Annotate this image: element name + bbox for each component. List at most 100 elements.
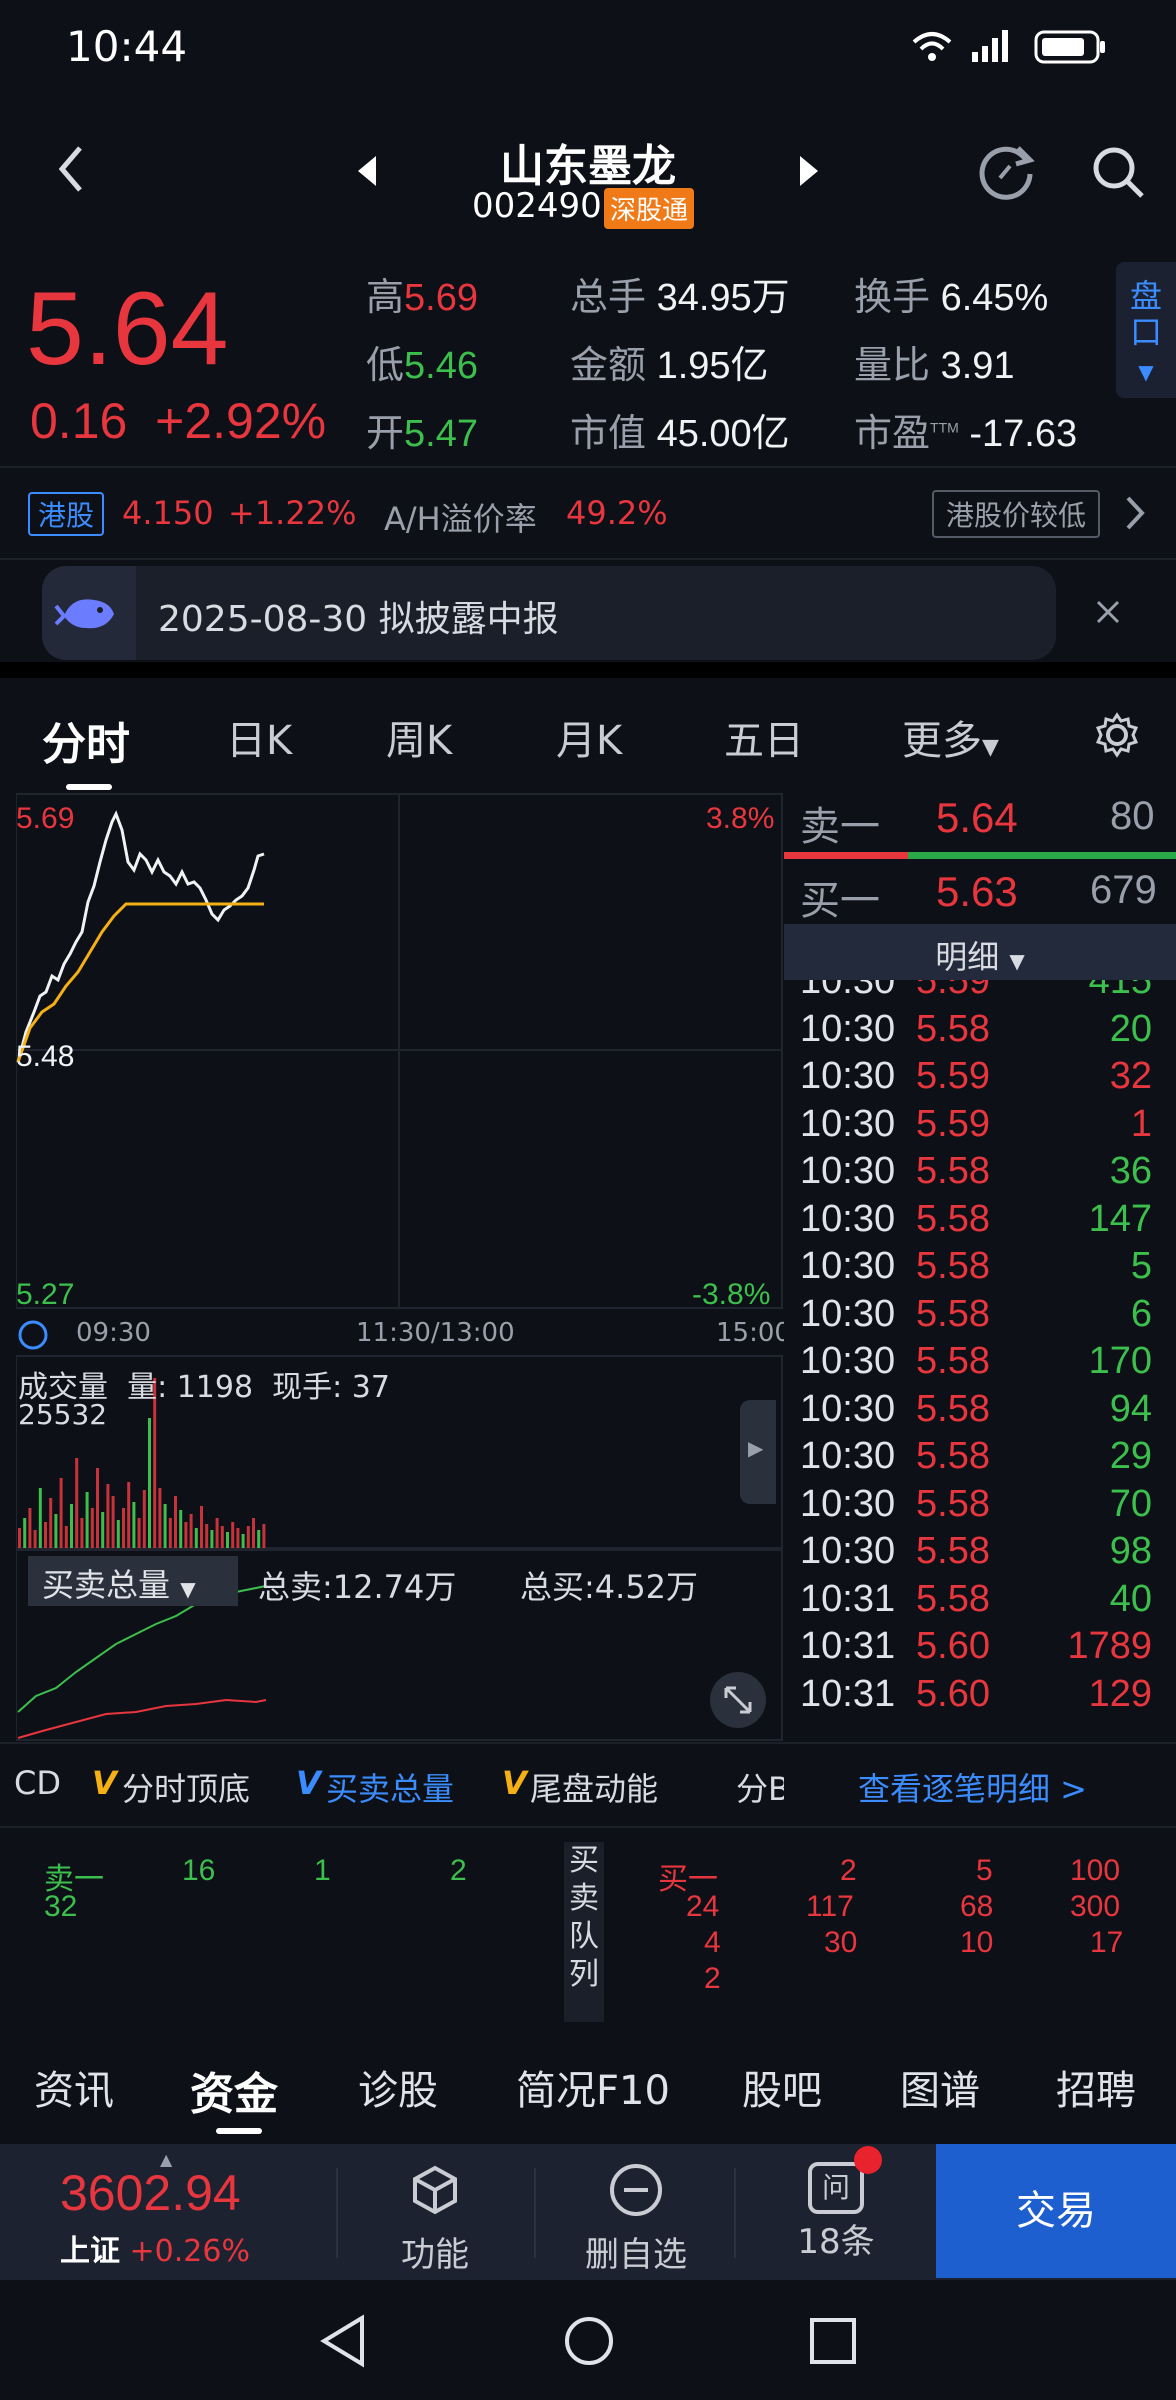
notice-icon-box <box>42 566 136 660</box>
divider <box>734 2168 736 2258</box>
caret-down-icon: ▼ <box>982 735 999 760</box>
volume-bar <box>231 1522 235 1548</box>
tab-intraday[interactable]: 分时 <box>42 708 130 772</box>
volume-bar <box>189 1514 193 1548</box>
tab-daily[interactable]: 日K <box>226 708 292 766</box>
v-icon: V <box>502 1764 527 1802</box>
volume-bar <box>85 1492 89 1548</box>
tab-f10[interactable]: 简况F10 <box>516 2058 670 2116</box>
tab-jobs[interactable]: 招聘 <box>1056 2058 1136 2116</box>
tick-row: 10:30 5.58 6 <box>800 1293 1166 1340</box>
tick-row: 10:30 5.59 415 <box>800 980 1166 1007</box>
volume-bar <box>18 1528 21 1548</box>
time-end: 15:00 <box>716 1318 791 1348</box>
volume-bar <box>179 1510 183 1548</box>
status-bar: 10:44 <box>0 0 1176 100</box>
pe-value: -17.63 <box>969 413 1078 455</box>
remove-watchlist-button[interactable]: 删自选 <box>566 2162 706 2276</box>
tab-weekly[interactable]: 周K <box>386 708 452 766</box>
caret-down-icon: ▼ <box>180 1577 196 1601</box>
caret-down-icon: ▼ <box>1009 949 1025 973</box>
nav-home-icon[interactable] <box>562 2314 616 2368</box>
volume-bar <box>220 1526 224 1548</box>
minus-circle-icon <box>610 2164 662 2216</box>
tab-capital[interactable]: 资金 <box>190 2058 278 2122</box>
nav-recents-icon[interactable] <box>808 2316 858 2366</box>
orderbook-side-tab[interactable]: 盘口 ▼ <box>1116 262 1176 398</box>
volume-bar <box>127 1482 131 1548</box>
trade-button[interactable]: 交易 <box>936 2144 1176 2278</box>
tick-volume: 170 <box>1088 1340 1152 1382</box>
cube-icon <box>413 2165 457 2215</box>
indicator-top-bottom[interactable]: 分时顶底 <box>122 1764 250 1810</box>
tick-time: 10:30 <box>800 1387 896 1430</box>
chart-high-pct: 3.8% <box>706 802 775 835</box>
volume-bar <box>236 1528 240 1548</box>
next-stock-icon[interactable] <box>796 154 820 188</box>
time-circle-icon[interactable] <box>16 1318 50 1352</box>
tab-news[interactable]: 资讯 <box>34 2058 114 2116</box>
ask-bid-ratio-red <box>784 852 908 859</box>
tick-row: 10:30 5.58 70 <box>800 1483 1166 1530</box>
volume-bar <box>132 1502 136 1548</box>
index-pct: +0.26% <box>129 2234 250 2269</box>
tick-time: 10:30 <box>800 1292 896 1335</box>
refresh-icon[interactable] <box>978 142 1038 202</box>
tick-time: 10:30 <box>800 1435 896 1477</box>
tab-graph[interactable]: 图谱 <box>900 2058 980 2116</box>
notice-banner[interactable]: 2025-08-30 拟披露中报 <box>42 566 1056 660</box>
chart-mid-label: 5.48 <box>16 1040 75 1073</box>
volume-bar <box>246 1526 250 1548</box>
nav-back-icon[interactable] <box>318 2314 368 2368</box>
expand-icon[interactable] <box>708 1670 768 1730</box>
indicator-cd[interactable]: CD <box>14 1764 61 1802</box>
volume-bar <box>252 1518 255 1548</box>
volume-bar <box>116 1520 120 1548</box>
tick-price: 5.59 <box>916 1055 990 1097</box>
panel-handle[interactable]: ▶ <box>740 1400 776 1504</box>
time-start: 09:30 <box>76 1318 151 1348</box>
tab-diagnose[interactable]: 诊股 <box>358 2058 438 2116</box>
function-button[interactable]: 功能 <box>370 2162 500 2276</box>
system-nav-bar <box>0 2280 1176 2400</box>
tab-more[interactable]: 更多▼ <box>902 708 999 766</box>
volume-bar <box>54 1514 58 1548</box>
hk-row[interactable]: 港股 4.150 +1.22% A/H溢价率 49.2% 港股价较低 <box>0 468 1176 560</box>
volume-bar <box>111 1496 115 1548</box>
questions-button[interactable]: 问 18条 <box>766 2146 906 2263</box>
tick-volume: 94 <box>1109 1387 1152 1430</box>
indicator-bs-total[interactable]: 买卖总量 <box>326 1764 454 1810</box>
status-time: 10:44 <box>66 22 188 71</box>
ask1-price: 5.64 <box>936 794 1018 841</box>
detail-selector[interactable]: 明细 ▼ <box>784 924 1176 980</box>
volume-value: 34.95万 <box>656 277 790 319</box>
tick-list[interactable]: 10:30 5.59 415 10:30 5.58 20 10:30 5.59 32 10:30 5… <box>784 980 1176 1742</box>
tick-volume: 129 <box>1088 1672 1152 1715</box>
tick-row: 10:30 5.58 170 <box>800 1340 1166 1387</box>
open-value: 5.47 <box>404 413 478 455</box>
gear-icon[interactable] <box>1094 712 1140 758</box>
turnover-value: 6.45% <box>940 277 1049 319</box>
tick-volume: 1789 <box>1067 1625 1152 1667</box>
ah-premium-value: 49.2% <box>566 494 668 532</box>
volume-bar <box>184 1522 188 1548</box>
tick-volume: 70 <box>1109 1482 1152 1525</box>
tick-volume: 147 <box>1088 1197 1152 1240</box>
bs-total-selector[interactable]: 买卖总量 ▼ <box>28 1556 238 1606</box>
tab-five-day[interactable]: 五日 <box>724 708 804 766</box>
index-name: 上证 <box>60 2234 120 2269</box>
volume-bar <box>194 1528 198 1548</box>
section-gap <box>0 662 1176 678</box>
search-icon[interactable] <box>1090 144 1146 200</box>
volume-bar <box>101 1512 105 1548</box>
indicator-tail[interactable]: 尾盘动能 <box>530 1764 658 1810</box>
volume-bar <box>163 1504 167 1548</box>
tab-monthly[interactable]: 月K <box>556 708 622 766</box>
tab-forum[interactable]: 股吧 <box>742 2058 822 2116</box>
close-icon[interactable] <box>1094 598 1122 626</box>
index-widget[interactable]: ▲ 3602.94 上证 +0.26% <box>60 2150 296 2270</box>
tick-row: 10:30 5.58 147 <box>800 1198 1166 1245</box>
indicator-more[interactable]: 分B <box>736 1764 784 1810</box>
view-ticks-link[interactable]: 查看逐笔明细 > <box>858 1764 1087 1810</box>
ah-premium-label: A/H溢价率 <box>384 500 537 538</box>
